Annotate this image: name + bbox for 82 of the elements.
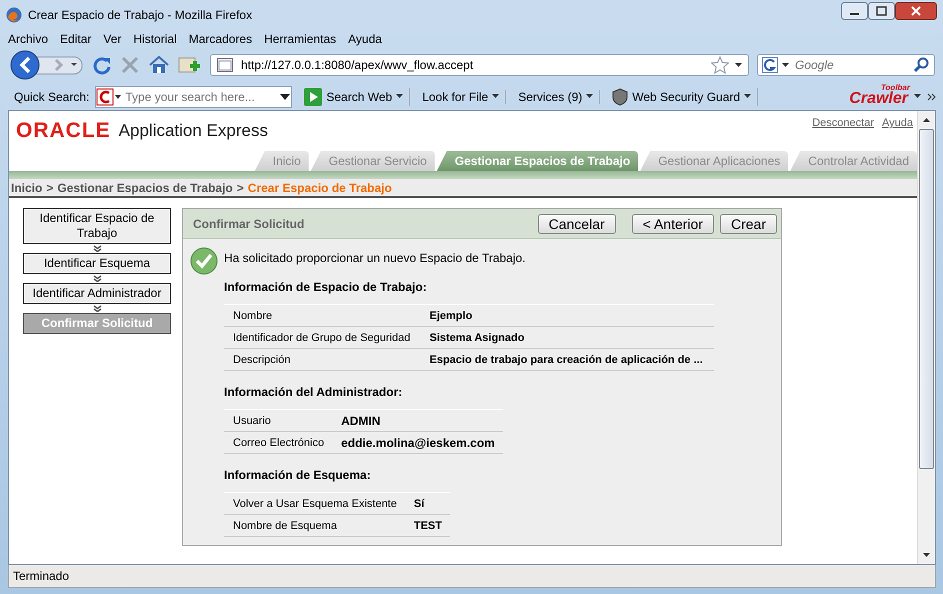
menu-item[interactable]: Editar [60, 32, 92, 46]
field-value: ADMIN [332, 410, 503, 432]
chevron-down-icon [92, 245, 102, 252]
section-heading: Información del Administrador: [224, 385, 402, 399]
field-value: Sí [404, 492, 450, 514]
wizard-step[interactable]: Identificar Espacio de Trabajo [23, 208, 171, 244]
field-label: Nombre [224, 304, 420, 326]
field-value: TEST [404, 514, 450, 536]
field-value: eddie.molina@ieskem.com [332, 432, 503, 454]
toolbar-button[interactable]: Web Security Guard [606, 88, 758, 106]
google-icon[interactable] [762, 57, 778, 73]
breadcrumb-separator: > [46, 180, 54, 194]
engine-icon[interactable] [96, 88, 122, 106]
field-label: Descripción [224, 348, 420, 370]
toolbar-logo[interactable]: Crawler [849, 90, 908, 106]
breadcrumb-item[interactable]: Inicio [11, 180, 42, 194]
wizard-step[interactable]: Identificar Esquema [23, 253, 171, 274]
search-icon[interactable] [914, 57, 930, 73]
wizard-step[interactable]: Identificar Administrador [23, 283, 171, 304]
status-text: Terminado [13, 569, 70, 583]
caret-icon[interactable] [735, 62, 742, 68]
chevron-down-icon [92, 305, 102, 312]
header-link[interactable]: Ayuda [882, 117, 913, 129]
reload-icon[interactable] [92, 55, 112, 75]
window-title: Crear Espacio de Trabajo - Mozilla Firefox [28, 8, 254, 22]
page-icon [217, 58, 233, 72]
chevron-icon[interactable] [927, 92, 937, 100]
address-field[interactable]: http://127.0.0.1:8080/apex/wwv_flow.accept [239, 57, 705, 73]
breadcrumb-separator: > [236, 180, 244, 194]
play-icon [304, 88, 322, 106]
action-button[interactable]: Cancelar [538, 214, 616, 234]
search-box[interactable]: Google [757, 54, 935, 76]
caret-icon[interactable] [396, 94, 404, 99]
caret-icon[interactable] [914, 94, 921, 99]
chevron-down-icon [92, 275, 102, 282]
field-value: Ejemplo [420, 304, 714, 326]
region-title: Confirmar Solicitud [193, 216, 306, 230]
menu-item[interactable]: Archivo [8, 32, 48, 46]
menu-item[interactable]: Herramientas [264, 32, 336, 46]
oracle-logo: ORACLE [16, 119, 111, 143]
toolbar-button[interactable]: Services (9) [512, 90, 600, 104]
back-button[interactable] [10, 50, 84, 80]
field-label: Usuario [224, 410, 332, 432]
app-title: Application Express [118, 121, 269, 141]
section-heading: Información de Esquema: [224, 468, 371, 482]
logo-caption: Toolbar [880, 82, 910, 92]
toolbar-button[interactable]: Look for File [416, 90, 506, 104]
scrollbar-thumb[interactable] [919, 129, 934, 469]
field-value: Espacio de trabajo para creación de aplicación de ... [420, 348, 714, 370]
close-button[interactable] [895, 2, 937, 20]
quick-search-box[interactable]: Type your search here... [95, 86, 292, 108]
field-label: Correo Electrónico [224, 432, 332, 454]
field-label: Identificador de Grupo de Seguridad [224, 326, 420, 348]
menu-item[interactable]: Ayuda [348, 32, 382, 46]
caret-icon[interactable] [586, 94, 594, 99]
field-value: Sistema Asignado [420, 326, 714, 348]
check-icon [190, 247, 218, 275]
section-heading: Información de Espacio de Trabajo: [224, 280, 427, 294]
header-link[interactable]: Desconectar [812, 117, 874, 129]
breadcrumb-item[interactable]: Gestionar Espacios de Trabajo [57, 180, 233, 194]
caret-icon[interactable] [744, 94, 752, 99]
home-icon[interactable] [148, 55, 170, 75]
caret-icon[interactable] [492, 94, 500, 99]
field-label: Volver a Usar Esquema Existente [224, 492, 405, 514]
caret-icon[interactable] [782, 62, 789, 68]
menu-item[interactable]: Marcadores [188, 32, 252, 46]
toolbar-button[interactable]: Search Web [298, 88, 410, 106]
firefox-icon [6, 7, 22, 23]
menu-item[interactable]: Ver [103, 32, 122, 46]
field-label: Nombre de Esquema [224, 514, 405, 536]
breadcrumb-item: Crear Espacio de Trabajo [248, 180, 392, 194]
minimize-button[interactable] [841, 2, 868, 20]
quick-search-label: Quick Search: [14, 90, 90, 104]
maximize-button[interactable] [868, 2, 895, 20]
caret-icon[interactable] [279, 92, 292, 100]
star-icon[interactable] [711, 56, 729, 74]
menu-item[interactable]: Historial [133, 32, 177, 46]
action-button[interactable]: Crear [720, 214, 777, 234]
address-bar[interactable]: http://127.0.0.1:8080/apex/wwv_flow.accept [210, 54, 749, 76]
shield-icon [612, 88, 628, 106]
confirmation-message: Ha solicitado proporcionar un nuevo Espacio de Trabajo. [224, 251, 526, 265]
action-button[interactable]: < Anterior [632, 214, 714, 234]
